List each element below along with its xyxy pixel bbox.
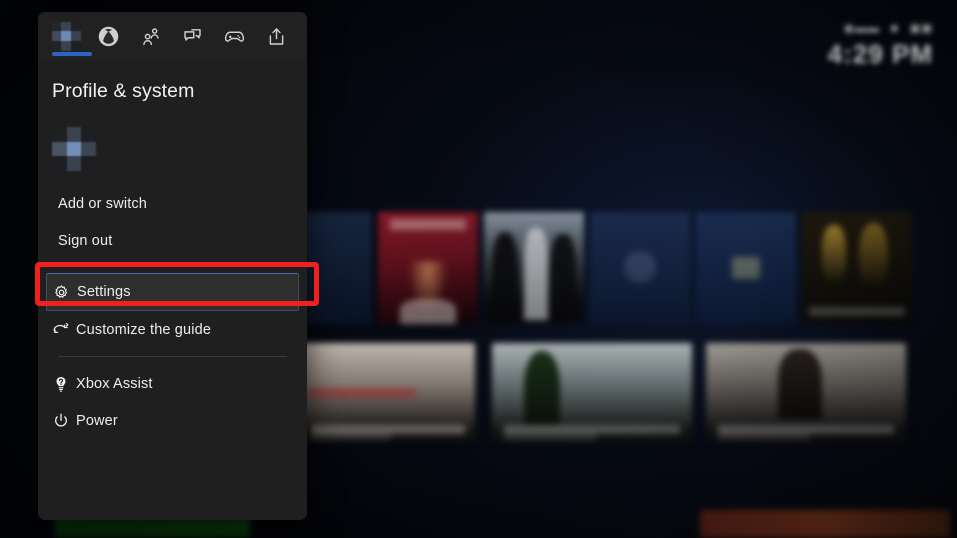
active-tab-underline: [52, 52, 92, 56]
guide-menu: Add or switch Sign out Settings Customiz…: [38, 185, 307, 439]
guide-tab-strip: [38, 12, 307, 60]
menu-item-label: Settings: [77, 284, 131, 300]
tab-people[interactable]: [130, 15, 170, 57]
game-tile[interactable]: [590, 212, 690, 324]
menu-item-label: Customize the guide: [76, 321, 212, 338]
signal-icon: ◉▬▬: [843, 21, 880, 35]
game-tile[interactable]: [378, 212, 478, 324]
status-cluster: ◉▬▬ ■ ▣▣ 4:29 PM: [828, 22, 933, 67]
tab-parties-and-chats[interactable]: [172, 15, 212, 57]
game-tile[interactable]: [492, 343, 692, 441]
menu-divider: [58, 356, 287, 357]
menu-item-label: Sign out: [58, 232, 113, 249]
clock-text: 4:29 PM: [827, 39, 933, 69]
gear-icon: [53, 284, 77, 301]
menu-item-sign-out[interactable]: Sign out: [46, 222, 299, 259]
avatar-tile-icon: [51, 21, 81, 51]
xbox-guide-screen: ◉▬▬ ■ ▣▣ 4:29 PM Profile & system Add or…: [0, 0, 957, 538]
guide-panel: Profile & system Add or switch Sign out: [38, 12, 307, 520]
page-title: Profile & system: [52, 80, 195, 102]
menu-item-label: Power: [76, 412, 118, 429]
status-icons: ◉▬▬ ■ ▣▣: [828, 22, 933, 34]
tab-profile-and-system[interactable]: [46, 15, 92, 57]
lightbulb-help-icon: [52, 375, 76, 393]
share-upload-icon: [269, 27, 283, 45]
battery-icon: ■: [890, 21, 899, 35]
people-icon: [142, 27, 159, 45]
menu-item-xbox-assist[interactable]: Xbox Assist: [46, 365, 299, 402]
tab-home[interactable]: [88, 15, 128, 57]
menu-item-label: Add or switch: [58, 195, 147, 212]
game-tile[interactable]: [696, 212, 796, 324]
network-icon: ▣▣: [909, 21, 933, 35]
game-tile[interactable]: [300, 343, 475, 441]
game-tile[interactable]: [802, 212, 912, 324]
game-tile[interactable]: [706, 343, 906, 441]
power-icon: [52, 412, 76, 430]
customize-guide-icon: [52, 321, 76, 339]
controller-icon: [224, 31, 244, 42]
game-tile[interactable]: [300, 212, 372, 324]
tab-capture-and-share[interactable]: [256, 15, 296, 57]
menu-item-settings[interactable]: Settings: [46, 273, 299, 311]
menu-item-power[interactable]: Power: [46, 402, 299, 439]
tab-my-games-and-apps[interactable]: [214, 15, 254, 57]
xbox-logo-icon: [98, 26, 118, 46]
menu-item-add-or-switch[interactable]: Add or switch: [46, 185, 299, 222]
menu-item-customize-the-guide[interactable]: Customize the guide: [46, 311, 299, 348]
profile-avatar[interactable]: [52, 127, 96, 171]
chat-bubbles-icon: [183, 28, 201, 41]
menu-item-label: Xbox Assist: [76, 375, 153, 392]
game-tile[interactable]: [484, 212, 584, 324]
bottom-orange-tile[interactable]: [700, 510, 950, 538]
